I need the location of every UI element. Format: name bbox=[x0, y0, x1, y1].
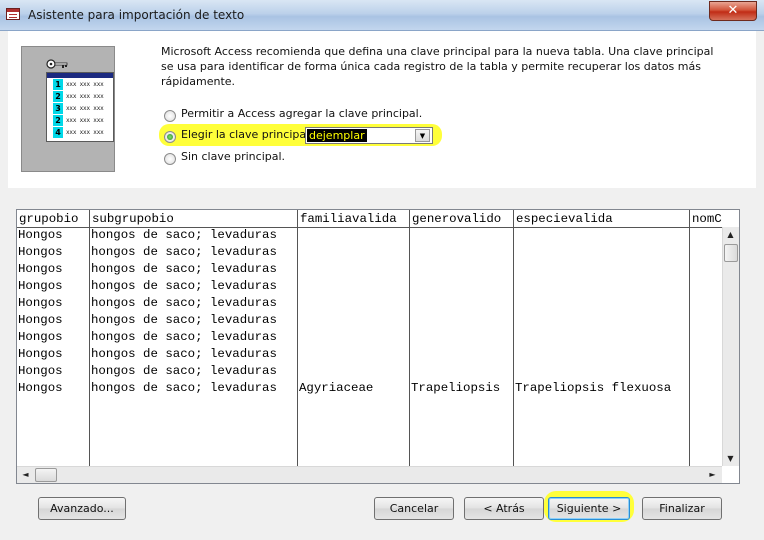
cell-familiavalida bbox=[298, 363, 408, 380]
scroll-down-icon[interactable]: ▼ bbox=[723, 451, 738, 466]
table-window-icon bbox=[6, 8, 20, 20]
cell-especievalida bbox=[514, 312, 688, 329]
cell-subgrupobio: hongos de saco; levaduras bbox=[91, 279, 277, 293]
cell-especievalida bbox=[514, 261, 688, 278]
cell-especievalida bbox=[514, 278, 688, 295]
cell-especievalida bbox=[514, 329, 688, 346]
key-row-number: 2 bbox=[53, 115, 63, 126]
window-title: Asistente para importación de texto bbox=[28, 8, 245, 22]
cell-especievalida bbox=[514, 363, 688, 380]
advanced-button[interactable]: Avanzado... bbox=[38, 497, 126, 520]
column-header-familiavalida[interactable]: familiavalida bbox=[298, 210, 409, 228]
cell-familiavalida: Agyriaceae bbox=[299, 381, 374, 395]
cell-generovalido bbox=[410, 295, 512, 312]
back-button[interactable]: < Atrás bbox=[464, 497, 544, 520]
row-placeholder: xxx xxx xxx bbox=[66, 81, 104, 88]
cell-subgrupobio: hongos de saco; levaduras bbox=[91, 347, 277, 361]
key-icon bbox=[46, 59, 68, 69]
column-header-generovalido[interactable]: generovalido bbox=[410, 210, 513, 228]
finish-button[interactable]: Finalizar bbox=[642, 497, 722, 520]
horizontal-scroll-thumb[interactable] bbox=[35, 468, 57, 482]
key-row-number: 3 bbox=[53, 103, 63, 114]
row-placeholder: xxx xxx xxx bbox=[66, 93, 104, 100]
cell-subgrupobio: hongos de saco; levaduras bbox=[91, 313, 277, 327]
radio-allow-access-key[interactable] bbox=[164, 110, 176, 122]
data-preview-grid[interactable]: grupobio subgrupobio familiavalida gener… bbox=[16, 209, 740, 484]
cell-familiavalida bbox=[298, 227, 408, 244]
primary-key-combobox-value[interactable]: dejemplar bbox=[307, 129, 367, 142]
cell-subgrupobio: hongos de saco; levaduras bbox=[91, 364, 277, 378]
cell-familiavalida bbox=[298, 278, 408, 295]
cell-grupobio: Hongos bbox=[18, 313, 63, 327]
vertical-scrollbar[interactable] bbox=[722, 227, 739, 466]
primary-key-table-icon: 1 xxx xxx xxx 2 xxx xxx xxx 3 xxx xxx xxx 2… bbox=[46, 72, 114, 142]
column-divider bbox=[689, 210, 690, 466]
radio-choose-primary-key[interactable] bbox=[164, 131, 176, 143]
cell-subgrupobio: hongos de saco; levaduras bbox=[91, 381, 277, 395]
column-header-subgrupobio[interactable]: subgrupobio bbox=[90, 210, 297, 228]
cell-generovalido bbox=[410, 363, 512, 380]
horizontal-scrollbar[interactable] bbox=[17, 466, 722, 483]
cell-familiavalida bbox=[298, 244, 408, 261]
cell-familiavalida bbox=[298, 346, 408, 363]
cancel-button[interactable]: Cancelar bbox=[374, 497, 454, 520]
radio-no-primary-key[interactable] bbox=[164, 153, 176, 165]
cell-subgrupobio: hongos de saco; levaduras bbox=[91, 296, 277, 310]
row-placeholder: xxx xxx xxx bbox=[66, 105, 104, 112]
cell-subgrupobio: hongos de saco; levaduras bbox=[91, 330, 277, 344]
column-header-grupobio[interactable]: grupobio bbox=[17, 210, 89, 228]
cell-familiavalida bbox=[298, 329, 408, 346]
wizard-description: Microsoft Access recomienda que defina u… bbox=[161, 45, 714, 88]
cell-generovalido bbox=[410, 346, 512, 363]
key-row-number: 2 bbox=[53, 91, 63, 102]
cell-grupobio: Hongos bbox=[18, 245, 63, 259]
cell-generovalido bbox=[410, 261, 512, 278]
next-button[interactable]: Siguiente > bbox=[548, 497, 630, 520]
cell-familiavalida bbox=[298, 295, 408, 312]
cell-especievalida bbox=[514, 295, 688, 312]
cell-grupobio: Hongos bbox=[18, 296, 63, 310]
cell-familiavalida bbox=[298, 261, 408, 278]
key-row-number: 1 bbox=[53, 79, 63, 90]
close-button[interactable]: ✕ bbox=[709, 1, 757, 21]
row-placeholder: xxx xxx xxx bbox=[66, 129, 104, 136]
scroll-right-icon[interactable]: ► bbox=[705, 467, 720, 482]
cell-generovalido bbox=[410, 329, 512, 346]
scroll-up-icon[interactable]: ▲ bbox=[723, 227, 738, 242]
vertical-scroll-thumb[interactable] bbox=[724, 244, 738, 262]
option-no-primary-key-label[interactable]: Sin clave principal. bbox=[181, 150, 285, 163]
cell-subgrupobio: hongos de saco; levaduras bbox=[91, 262, 277, 276]
cell-grupobio: Hongos bbox=[18, 228, 63, 242]
cell-especievalida bbox=[514, 227, 688, 244]
cell-especievalida bbox=[514, 346, 688, 363]
cell-grupobio: Hongos bbox=[18, 347, 63, 361]
cell-familiavalida bbox=[298, 312, 408, 329]
cell-grupobio: Hongos bbox=[18, 262, 63, 276]
cell-grupobio: Hongos bbox=[18, 279, 63, 293]
key-row-number: 4 bbox=[53, 127, 63, 138]
cell-generovalido: Trapeliopsis bbox=[411, 381, 501, 395]
cell-subgrupobio: hongos de saco; levaduras bbox=[91, 245, 277, 259]
cell-generovalido bbox=[410, 227, 512, 244]
cell-especievalida bbox=[514, 244, 688, 261]
column-header-especievalida[interactable]: especievalida bbox=[514, 210, 689, 228]
cell-grupobio: Hongos bbox=[18, 364, 63, 378]
column-header-nomc[interactable]: nomC bbox=[690, 210, 725, 228]
cell-grupobio: Hongos bbox=[18, 330, 63, 344]
chevron-down-icon[interactable]: ▼ bbox=[415, 129, 430, 142]
option-choose-primary-key-label[interactable]: Elegir la clave principal. bbox=[181, 128, 313, 141]
scroll-left-icon[interactable]: ◄ bbox=[18, 467, 33, 482]
cell-grupobio: Hongos bbox=[18, 381, 63, 395]
cell-subgrupobio: hongos de saco; levaduras bbox=[91, 228, 277, 242]
cell-generovalido bbox=[410, 278, 512, 295]
cell-especievalida: Trapeliopsis flexuosa bbox=[515, 381, 672, 395]
cell-generovalido bbox=[410, 312, 512, 329]
cell-generovalido bbox=[410, 244, 512, 261]
row-placeholder: xxx xxx xxx bbox=[66, 117, 104, 124]
option-allow-access-key-label[interactable]: Permitir a Access agregar la clave princ… bbox=[181, 107, 422, 120]
